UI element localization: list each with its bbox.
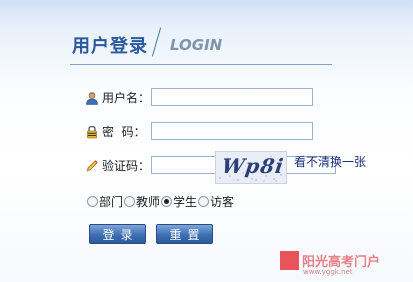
username-label: 用户名： [102,91,151,105]
radio-button[interactable] [198,196,210,207]
captcha-row: 验证码： [85,157,150,174]
header-underline [70,64,332,65]
captcha-label: 验证码： [102,159,151,173]
header-title: 用户登录 [72,36,148,57]
role-label: 学生 [173,195,198,209]
captcha-refresh-link[interactable]: 看不清换一张 [294,153,366,170]
user-icon [85,91,99,105]
radio-button[interactable] [124,196,136,207]
radio-button[interactable] [87,196,98,207]
password-label: 密 码： [102,125,146,139]
role-radio-student[interactable]: 学生 [161,193,197,210]
role-radio-teacher[interactable]: 教师 [124,193,160,210]
username-row: 用户名： [85,89,150,106]
pencil-icon [85,159,99,173]
login-button[interactable]: 登录 [89,224,146,244]
role-radio-group: 部门 教师 学生 访客 [87,193,235,210]
username-input[interactable] [151,88,313,106]
role-radio-visitor[interactable]: 访客 [198,193,234,210]
role-label: 教师 [136,195,161,209]
header-subtitle: LOGIN [170,36,223,54]
watermark-logo [280,251,299,270]
lock-icon [85,125,99,139]
role-label: 部门 [99,195,124,209]
captcha-image[interactable]: Wp8i [215,151,287,184]
role-radio-department[interactable]: 部门 [87,193,123,210]
reset-button[interactable]: 重置 [156,224,213,244]
role-label: 访客 [210,195,235,209]
password-input[interactable] [151,122,313,140]
header-divider [151,27,162,57]
captcha-text: Wp8i [220,154,286,178]
password-row: 密 码： [85,123,146,140]
radio-button-checked[interactable] [161,196,173,207]
watermark-url: www.yggk.net [303,268,353,276]
